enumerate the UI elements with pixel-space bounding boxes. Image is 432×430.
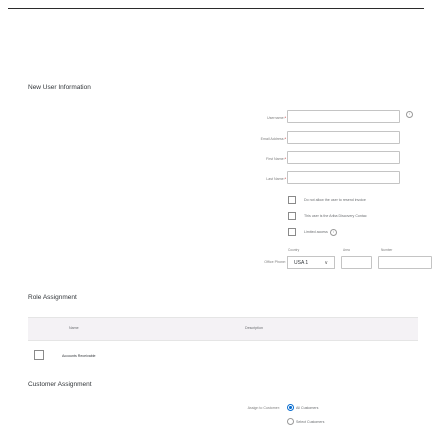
first-name-label: First Name:* — [266, 157, 286, 161]
all-customers-label: All Customers — [296, 406, 319, 410]
username-field[interactable] — [287, 110, 400, 123]
role-accounts-receivable-checkbox[interactable] — [34, 350, 44, 360]
col-header-description: Description — [245, 326, 263, 330]
limited-access-label: Limited access — [304, 230, 328, 234]
all-customers-radio[interactable] — [287, 404, 294, 411]
role-table-header: Name Description — [28, 317, 418, 341]
number-label: Number — [381, 248, 393, 252]
section-title-user-info: New User Information — [28, 84, 91, 91]
col-header-name: Name — [69, 326, 79, 330]
select-customers-label: Select Customers — [296, 420, 325, 424]
area-code-field[interactable] — [341, 256, 372, 269]
first-name-field[interactable] — [287, 151, 400, 164]
role-name: Accounts Receivable — [62, 354, 96, 358]
country-select[interactable]: USA 1 ∨ — [287, 256, 335, 269]
chevron-down-icon: ∨ — [324, 260, 328, 266]
select-customers-radio[interactable] — [287, 418, 294, 425]
username-label: Username:* — [267, 116, 286, 120]
last-name-field[interactable] — [287, 171, 400, 184]
limited-access-info-icon[interactable]: i — [330, 229, 337, 236]
ariba-contact-label: This user is the Ariba Discovery Contac — [304, 214, 367, 218]
email-field[interactable] — [287, 131, 400, 144]
ariba-contact-checkbox[interactable] — [288, 212, 296, 220]
last-name-label: Last Name:* — [266, 177, 286, 181]
top-divider — [8, 8, 424, 9]
section-title-customer-assignment: Customer Assignment — [28, 381, 92, 388]
username-info-icon[interactable]: i — [406, 111, 413, 118]
assign-to-customer-label: Assign to Customer: — [247, 406, 280, 410]
no-resend-invoice-label: Do not allow the user to resend invoice — [304, 198, 366, 202]
phone-number-field[interactable] — [378, 256, 432, 269]
section-title-role-assignment: Role Assignment — [28, 294, 77, 301]
no-resend-invoice-checkbox[interactable] — [288, 196, 296, 204]
email-label: Email Address:* — [260, 137, 286, 141]
country-label: Country — [288, 248, 300, 252]
area-label: Area — [343, 248, 350, 252]
office-phone-label: Office Phone: — [264, 260, 286, 264]
limited-access-checkbox[interactable] — [288, 228, 296, 236]
country-select-value: USA 1 — [294, 260, 309, 266]
